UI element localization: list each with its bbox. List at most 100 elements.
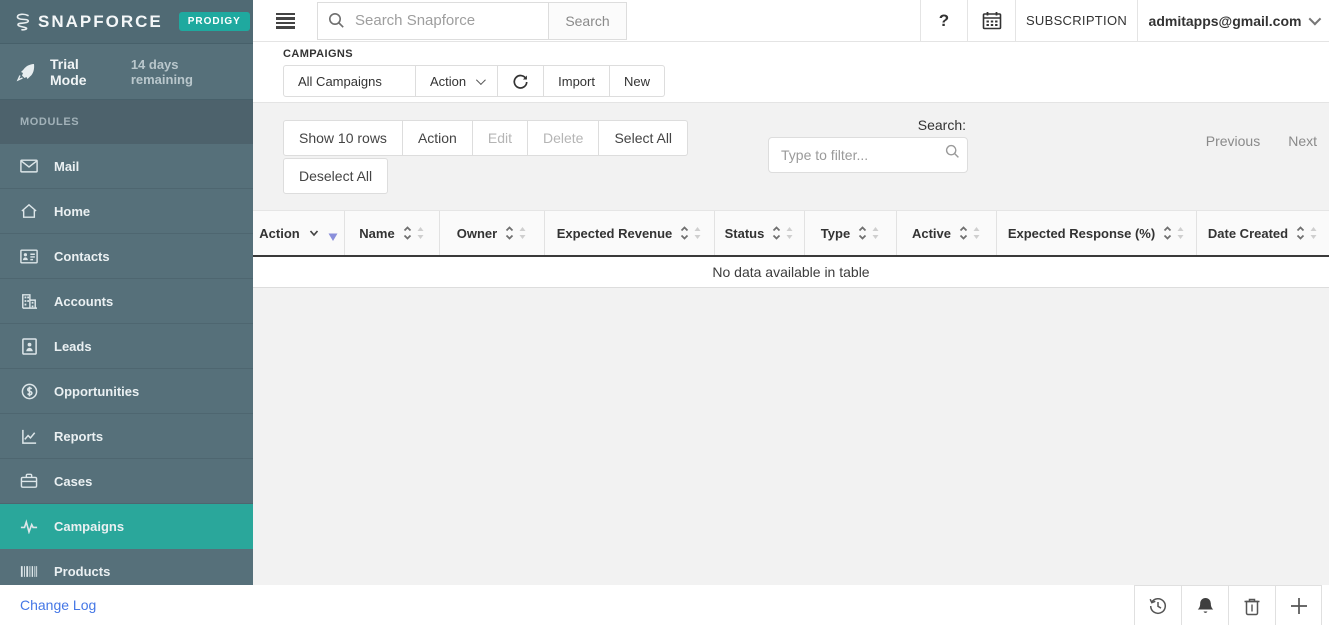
sidebar-nav: Mail Home Contacts Accounts — [0, 144, 253, 585]
select-all-button[interactable]: Select All — [599, 120, 688, 156]
edit-button[interactable]: Edit — [473, 120, 528, 156]
bell-icon — [1196, 596, 1215, 616]
filter-search-icon — [945, 144, 960, 159]
sidebar-item-home[interactable]: Home — [0, 189, 253, 234]
mail-icon — [20, 157, 38, 175]
module-toolbar: CAMPAIGNS All Campaigns Action Import Ne… — [253, 42, 1329, 103]
column-header-expected-response[interactable]: Expected Response (%) — [997, 211, 1197, 255]
sidebar-item-label: Campaigns — [54, 519, 124, 534]
app-logo[interactable]: SNAPFORCE PRODIGY — [0, 0, 253, 44]
topbar-right: ? SUBSCRIPTION admitapps@gmail.com — [920, 0, 1329, 41]
sidebar: SNAPFORCE PRODIGY Trial Mode 14 days rem… — [0, 0, 253, 585]
global-search: Search — [317, 2, 627, 39]
sort-icons — [505, 225, 527, 241]
sort-icons — [772, 225, 794, 241]
quick-action-icons — [1134, 585, 1322, 625]
column-header-expected-revenue[interactable]: Expected Revenue — [545, 211, 715, 255]
show-rows-button[interactable]: Show 10 rows — [283, 120, 403, 156]
change-log-link[interactable]: Change Log — [20, 597, 96, 613]
module-action-button[interactable]: Action — [416, 65, 498, 97]
bottom-bar: Change Log — [0, 585, 1329, 625]
column-header-active[interactable]: Active — [897, 211, 997, 255]
sort-icons — [1163, 225, 1185, 241]
briefcase-icon — [20, 472, 38, 490]
chart-icon — [20, 427, 38, 445]
new-button[interactable]: New — [610, 65, 665, 97]
app-logo-text: SNAPFORCE — [38, 12, 163, 32]
chevron-down-icon — [1309, 13, 1322, 26]
main-area: Search ? SUBSCRIPTION admitapps@gmail.co… — [253, 0, 1329, 585]
view-selector-button[interactable]: All Campaigns — [283, 65, 416, 97]
sidebar-item-reports[interactable]: Reports — [0, 414, 253, 459]
sort-icons — [959, 225, 981, 241]
help-button[interactable]: ? — [920, 0, 967, 41]
calendar-button[interactable] — [967, 0, 1015, 41]
prodigy-badge: PRODIGY — [179, 12, 250, 31]
global-search-button[interactable]: Search — [549, 2, 627, 40]
trial-days-remaining: 14 days remaining — [131, 57, 237, 87]
next-page-button[interactable]: Next — [1274, 133, 1329, 149]
sidebar-item-label: Cases — [54, 474, 92, 489]
sidebar-item-contacts[interactable]: Contacts — [0, 234, 253, 279]
sort-active-icon — [328, 229, 338, 243]
table-empty-message: No data available in table — [253, 257, 1329, 288]
history-icon — [1148, 596, 1168, 616]
add-button[interactable] — [1275, 586, 1322, 625]
column-header-name[interactable]: Name — [345, 211, 440, 255]
sort-icons — [858, 225, 880, 241]
pagination: Previous Next — [1192, 133, 1329, 149]
app-window: SNAPFORCE PRODIGY Trial Mode 14 days rem… — [0, 0, 1329, 625]
sidebar-item-cases[interactable]: Cases — [0, 459, 253, 504]
sort-icons — [680, 225, 702, 241]
barcode-icon — [20, 562, 38, 580]
module-button-group: All Campaigns Action Import New — [283, 65, 665, 97]
account-menu[interactable]: admitapps@gmail.com — [1137, 0, 1329, 41]
sidebar-item-leads[interactable]: Leads — [0, 324, 253, 369]
sidebar-item-label: Mail — [54, 159, 79, 174]
sidebar-item-label: Reports — [54, 429, 103, 444]
calendar-icon — [982, 11, 1002, 30]
sidebar-item-accounts[interactable]: Accounts — [0, 279, 253, 324]
column-header-type[interactable]: Type — [805, 211, 897, 255]
snapforce-logo-icon — [14, 12, 32, 32]
sidebar-item-label: Accounts — [54, 294, 113, 309]
history-button[interactable] — [1134, 586, 1181, 625]
refresh-button[interactable] — [498, 65, 544, 97]
sidebar-item-label: Products — [54, 564, 110, 579]
table-action-button[interactable]: Action — [403, 120, 473, 156]
menu-icon[interactable] — [253, 0, 317, 41]
sidebar-item-products[interactable]: Products — [0, 549, 253, 585]
sidebar-item-label: Contacts — [54, 249, 110, 264]
page-title: CAMPAIGNS — [283, 48, 1329, 60]
sidebar-item-campaigns[interactable]: Campaigns — [0, 504, 253, 549]
dollar-circle-icon — [20, 382, 38, 400]
column-header-owner[interactable]: Owner — [440, 211, 545, 255]
building-icon — [20, 292, 38, 310]
sidebar-item-opportunities[interactable]: Opportunities — [0, 369, 253, 414]
content-area: Show 10 rows Action Edit Delete Select A… — [253, 103, 1329, 585]
column-header-date-created[interactable]: Date Created — [1197, 211, 1329, 255]
deselect-all-button[interactable]: Deselect All — [283, 158, 388, 194]
sort-icons — [403, 225, 425, 241]
modules-section-label: MODULES — [0, 100, 253, 144]
column-header-status[interactable]: Status — [715, 211, 805, 255]
column-header-action[interactable]: Action — [253, 211, 345, 255]
import-button[interactable]: Import — [544, 65, 610, 97]
table-filter-input[interactable] — [768, 137, 968, 173]
table-filter: Search: — [768, 117, 968, 173]
trial-mode-banner: Trial Mode 14 days remaining — [0, 44, 253, 100]
table-header-row: Action Name Owner — [253, 210, 1329, 257]
previous-page-button[interactable]: Previous — [1192, 133, 1274, 149]
sidebar-item-mail[interactable]: Mail — [0, 144, 253, 189]
trash-button[interactable] — [1228, 586, 1275, 625]
contact-card-icon — [20, 247, 38, 265]
global-search-input[interactable] — [355, 12, 538, 29]
trash-icon — [1243, 596, 1261, 616]
sidebar-item-label: Leads — [54, 339, 92, 354]
lead-document-icon — [20, 337, 38, 355]
filter-label: Search: — [768, 117, 968, 133]
trial-mode-label: Trial Mode — [50, 56, 115, 88]
subscription-link[interactable]: SUBSCRIPTION — [1015, 0, 1137, 41]
notifications-button[interactable] — [1181, 586, 1228, 625]
delete-button[interactable]: Delete — [528, 120, 599, 156]
